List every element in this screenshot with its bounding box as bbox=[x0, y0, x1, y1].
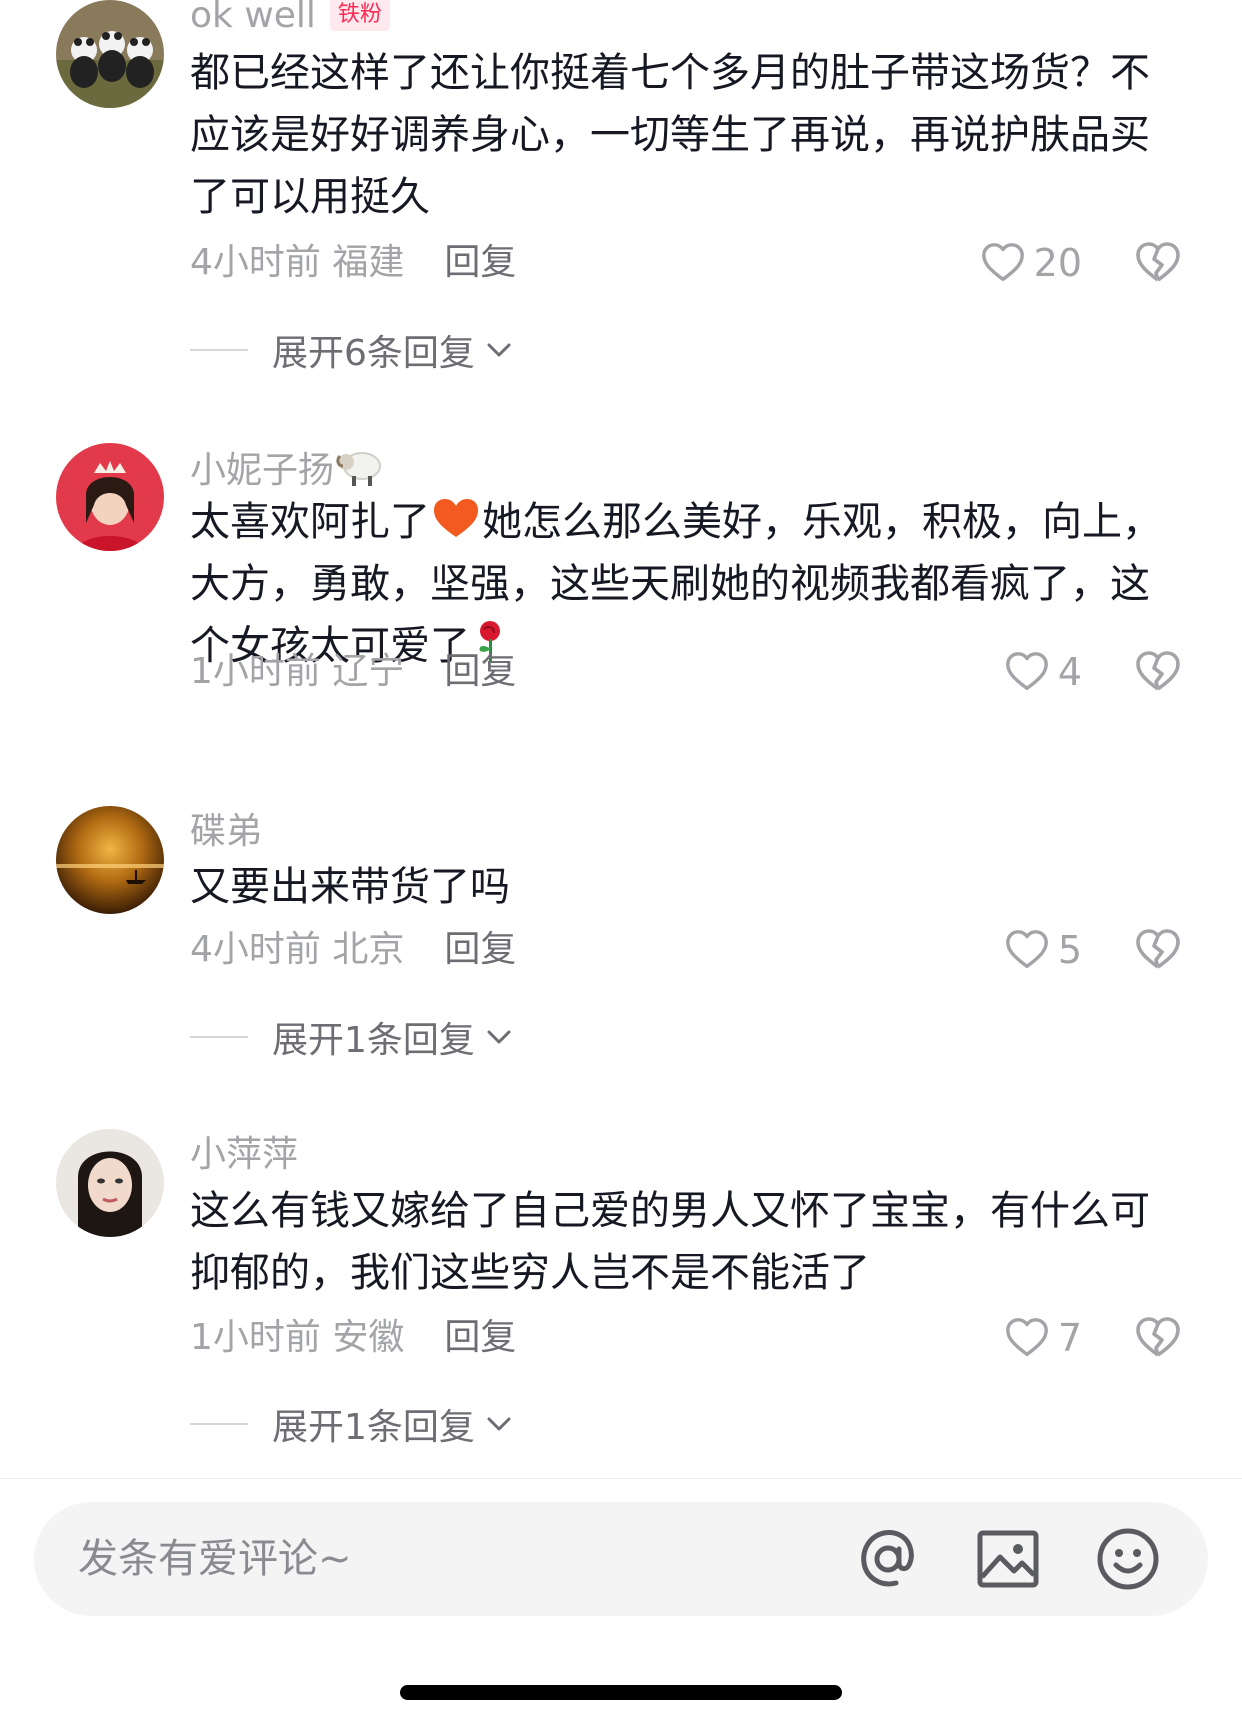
reply-button[interactable]: 回复 bbox=[444, 242, 516, 283]
comment-meta: 4小时前 福建 回复 bbox=[190, 241, 516, 285]
username-text[interactable]: 小妮子扬 bbox=[190, 450, 334, 491]
comment-meta: 4小时前 北京 回复 bbox=[190, 928, 516, 972]
divider-line bbox=[190, 1423, 248, 1425]
image-icon[interactable] bbox=[974, 1525, 1042, 1593]
username[interactable]: 小萍萍 bbox=[190, 1133, 298, 1177]
time-location: 4小时前 北京 bbox=[190, 929, 405, 970]
time-location: 4小时前 福建 bbox=[190, 242, 405, 283]
divider-line bbox=[190, 1036, 248, 1038]
avatar[interactable] bbox=[56, 806, 164, 914]
like-button[interactable]: 20 bbox=[980, 239, 1082, 287]
like-count: 7 bbox=[1057, 1316, 1082, 1360]
input-divider bbox=[0, 1478, 1242, 1479]
expand-label: 展开6条回复 bbox=[272, 333, 475, 374]
chevron-down-icon bbox=[487, 1030, 511, 1044]
time-location: 1小时前 辽宁 bbox=[190, 651, 405, 692]
comment-text: 都已经这样了还让你挺着七个多月的肚子带这场货？不应该是好好调养身心，一切等生了再… bbox=[190, 50, 1150, 220]
heart-icon bbox=[981, 243, 1024, 282]
heart-icon bbox=[1005, 930, 1048, 969]
avatar[interactable] bbox=[56, 0, 164, 108]
chevron-down-icon bbox=[487, 1417, 511, 1431]
broken-heart-icon[interactable] bbox=[1134, 926, 1182, 974]
username[interactable]: 小妮子扬 bbox=[190, 444, 384, 493]
comment-input-bar[interactable]: 发条有爱评论~ bbox=[34, 1502, 1208, 1616]
reply-button[interactable]: 回复 bbox=[444, 1317, 516, 1358]
expand-replies[interactable]: 展开1条回复 bbox=[190, 1402, 515, 1448]
at-icon[interactable] bbox=[854, 1525, 922, 1593]
orange-heart-icon bbox=[434, 499, 478, 537]
like-count: 5 bbox=[1057, 928, 1082, 972]
heart-icon bbox=[1005, 1318, 1048, 1357]
like-button[interactable]: 5 bbox=[1004, 926, 1082, 974]
fan-badge: 铁粉 bbox=[329, 0, 390, 31]
comment-input-placeholder[interactable]: 发条有爱评论~ bbox=[78, 1536, 352, 1582]
comment-text-part1: 太喜欢阿扎了 bbox=[190, 499, 430, 545]
reply-button[interactable]: 回复 bbox=[444, 929, 516, 970]
avatar[interactable] bbox=[56, 443, 164, 551]
comment-text: 又要出来带货了吗 bbox=[190, 864, 510, 910]
broken-heart-icon[interactable] bbox=[1134, 1314, 1182, 1362]
emoji-icon[interactable] bbox=[1094, 1525, 1162, 1593]
home-indicator[interactable] bbox=[400, 1685, 842, 1700]
expand-replies[interactable]: 展开1条回复 bbox=[190, 1015, 515, 1061]
like-count: 20 bbox=[1033, 241, 1082, 285]
comment-meta: 1小时前 安徽 回复 bbox=[190, 1316, 516, 1360]
expand-label: 展开1条回复 bbox=[272, 1407, 475, 1448]
username-text[interactable]: 小萍萍 bbox=[190, 1134, 298, 1175]
comment-text: 这么有钱又嫁给了自己爱的男人又怀了宝宝，有什么可抑郁的，我们这些穷人岂不是不能活… bbox=[190, 1188, 1150, 1296]
broken-heart-icon[interactable] bbox=[1134, 239, 1182, 287]
time-location: 1小时前 安徽 bbox=[190, 1317, 405, 1358]
avatar[interactable] bbox=[56, 1129, 164, 1237]
chevron-down-icon bbox=[487, 343, 511, 357]
like-button[interactable]: 7 bbox=[1004, 1314, 1082, 1362]
like-count: 4 bbox=[1057, 650, 1082, 694]
heart-icon bbox=[1005, 652, 1048, 691]
expand-replies[interactable]: 展开6条回复 bbox=[190, 328, 515, 374]
username-text[interactable]: ok well bbox=[190, 0, 316, 36]
divider-line bbox=[190, 349, 248, 351]
expand-label: 展开1条回复 bbox=[272, 1020, 475, 1061]
comment-meta: 1小时前 辽宁 回复 bbox=[190, 650, 516, 694]
broken-heart-icon[interactable] bbox=[1134, 648, 1182, 696]
sheep-emoji-icon bbox=[336, 452, 382, 486]
username[interactable]: 碟弟 bbox=[190, 810, 262, 854]
reply-button[interactable]: 回复 bbox=[444, 651, 516, 692]
like-button[interactable]: 4 bbox=[1004, 648, 1082, 696]
username-text[interactable]: 碟弟 bbox=[190, 811, 262, 852]
username[interactable]: ok well 铁粉 bbox=[190, 0, 390, 38]
